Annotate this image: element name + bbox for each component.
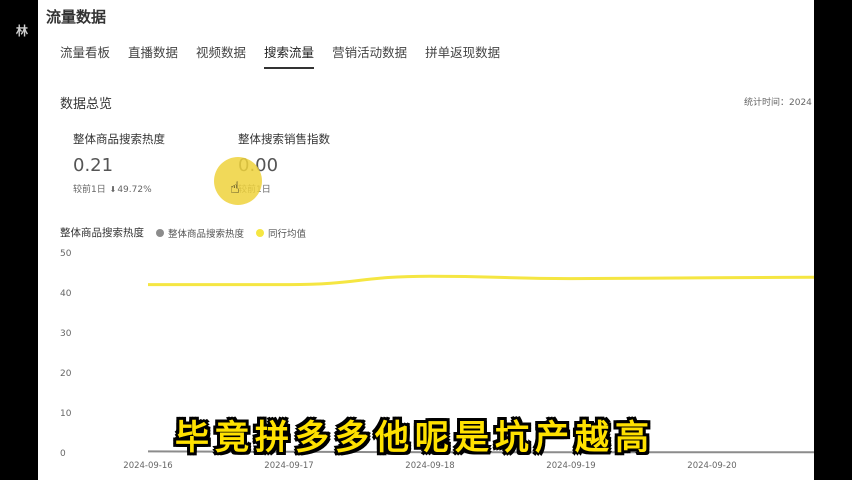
x-tick-label: 2024-09-18 [405, 461, 454, 471]
y-tick-label: 10 [60, 409, 72, 419]
chart-legend: 整体商品搜索热度 整体商品搜索热度 同行均值 [60, 225, 306, 240]
metric-label: 整体搜索销售指数 [238, 132, 330, 146]
chart-title: 整体商品搜索热度 [60, 227, 144, 239]
change-prefix: 较前1日 [73, 185, 106, 195]
x-tick-label: 2024-09-17 [264, 461, 313, 471]
page-title: 流量数据 [46, 8, 107, 26]
tab-marketing-data[interactable]: 营销活动数据 [332, 42, 407, 69]
x-tick-label: 2024-09-20 [687, 461, 736, 471]
watermark-text: 林 [16, 24, 30, 38]
stat-time: 统计时间：2024 [744, 98, 812, 108]
legend-item-peer-average[interactable]: 同行均值 [256, 226, 306, 240]
y-tick-label: 30 [60, 329, 72, 339]
tab-search-traffic[interactable]: 搜索流量 [264, 42, 315, 69]
tab-live-data[interactable]: 直播数据 [128, 42, 178, 69]
metric-change: 较前1日 ⬇49.72% [73, 182, 165, 195]
tab-video-data[interactable]: 视频数据 [196, 42, 246, 69]
legend-dot-icon [256, 228, 265, 237]
legend-item-search-heat[interactable]: 整体商品搜索热度 [156, 226, 244, 240]
legend-dot-icon [156, 228, 164, 237]
hand-cursor-icon: ☝ [230, 178, 240, 197]
main-panel: 流量数据 流量看板 直播数据 视频数据 搜索流量 营销活动数据 拼单返现数据 数… [38, 0, 814, 480]
x-tick-label: 2024-09-19 [546, 461, 595, 471]
change-value: 49.72% [117, 185, 152, 195]
y-tick-label: 50 [60, 249, 72, 259]
legend-label: 整体商品搜索热度 [168, 228, 245, 240]
y-tick-label: 40 [60, 289, 72, 299]
metric-search-heat[interactable]: 整体商品搜索热度 0.21 较前1日 ⬇49.72% [73, 131, 165, 195]
tab-bar: 流量看板 直播数据 视频数据 搜索流量 营销活动数据 拼单返现数据 [60, 42, 518, 69]
metric-value: 0.21 [73, 155, 114, 176]
overview-title: 数据总览 [60, 97, 113, 112]
metric-label: 整体商品搜索热度 [73, 132, 165, 146]
legend-label: 同行均值 [268, 228, 307, 240]
tab-group-cashback-data[interactable]: 拼单返现数据 [425, 42, 500, 69]
y-tick-label: 20 [60, 369, 72, 379]
y-tick-label: 0 [60, 449, 66, 459]
series-line-peer-average [148, 274, 814, 287]
x-tick-label: 2024-09-16 [123, 461, 172, 471]
tab-traffic-board[interactable]: 流量看板 [60, 42, 110, 69]
down-arrow-icon: ⬇ [109, 185, 117, 194]
video-subtitle: 毕竟拼多多他呢是坑产越高 [175, 418, 655, 458]
